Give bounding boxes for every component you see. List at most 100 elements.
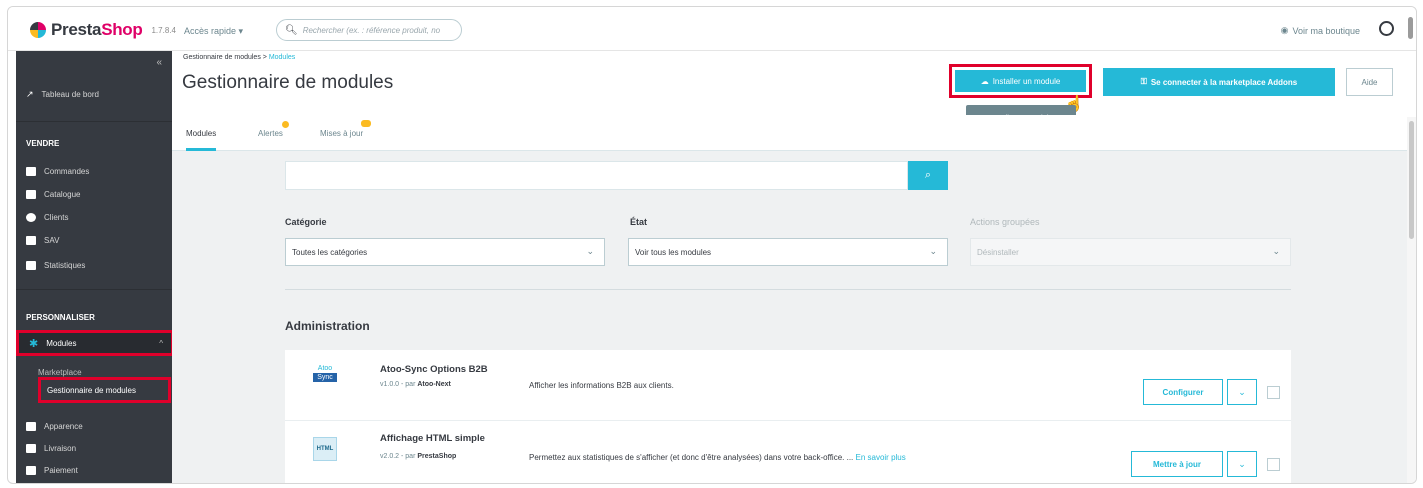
global-search-input[interactable]: 🔍︎ Rechercher (ex. : référence produit, …	[276, 19, 462, 41]
category-select[interactable]: Toutes les catégories ⌄	[285, 238, 605, 266]
sidebar-item-label: Clients	[44, 213, 69, 222]
eye-icon: ◉	[1280, 25, 1289, 35]
monitor-icon	[26, 422, 36, 431]
cart-icon	[26, 167, 36, 176]
user-account-icon[interactable]	[1379, 21, 1394, 36]
module-name: Affichage HTML simple	[380, 433, 485, 444]
install-module-button[interactable]: ☁ Installer un module	[949, 64, 1092, 98]
help-button[interactable]: Aide	[1346, 68, 1393, 96]
breadcrumb-root[interactable]: Gestionnaire de modules	[183, 54, 261, 61]
sidebar-item-modules[interactable]: ✱ Modules ^	[16, 330, 174, 356]
sidebar-item-label: Catalogue	[44, 190, 81, 199]
chart-icon	[26, 261, 36, 270]
sidebar-item-appearance[interactable]: Apparence	[26, 422, 83, 431]
tab-alerts[interactable]: Alertes	[258, 121, 289, 138]
store-icon	[26, 190, 36, 199]
logo-text-shop: Shop	[101, 20, 143, 39]
category-label: Catégorie	[285, 217, 327, 227]
sidebar-item-label: Tableau de bord	[41, 90, 99, 99]
module-search-input[interactable]	[285, 161, 908, 190]
sidebar-item-label: Commandes	[44, 167, 90, 176]
configure-button[interactable]: Configurer	[1143, 379, 1223, 405]
sidebar-item-catalog[interactable]: Catalogue	[26, 190, 80, 199]
sidebar-item-dashboard[interactable]: ↗ Tableau de bord	[26, 89, 99, 100]
top-bar: PrestaShop 1.7.8.4 Accès rapide ▾ 🔍︎ Rec…	[8, 7, 1416, 51]
connect-addons-label: Se connecter à la marketplace Addons	[1150, 77, 1298, 87]
truck-icon	[26, 444, 36, 453]
update-button[interactable]: Mettre à jour	[1131, 451, 1223, 477]
sidebar-item-sav[interactable]: SAV	[26, 236, 59, 245]
section-title-administration: Administration	[285, 319, 370, 333]
module-description: Permettez aux statistiques de s'afficher…	[529, 453, 906, 462]
chevron-down-icon: ⌄	[586, 246, 594, 256]
search-icon: ⌕	[924, 169, 932, 181]
html-block-logo: HTML	[313, 437, 337, 461]
page-title: Gestionnaire de modules	[182, 72, 394, 93]
module-actions-dropdown[interactable]: ⌄	[1227, 451, 1257, 477]
logo-text-presta: Presta	[51, 20, 102, 39]
sidebar-subitem-marketplace[interactable]: Marketplace	[38, 368, 82, 377]
sidebar-item-stats[interactable]: Statistiques	[26, 261, 85, 270]
window-scrollbar-thumb[interactable]	[1408, 17, 1413, 39]
module-checkbox[interactable]	[1267, 458, 1280, 471]
sidebar-heading-sell: VENDRE	[26, 139, 60, 148]
connect-addons-button[interactable]: ⚿ Se connecter à la marketplace Addons	[1103, 68, 1335, 96]
sidebar-subitem-module-manager[interactable]: Gestionnaire de modules	[38, 377, 171, 403]
chevron-down-icon: ⌄	[1272, 246, 1280, 256]
state-select[interactable]: Voir tous les modules ⌄	[628, 238, 948, 266]
state-label: État	[630, 217, 648, 227]
update-badge	[361, 120, 372, 127]
tab-modules[interactable]: Modules	[186, 129, 217, 151]
sidebar-item-customers[interactable]: Clients	[26, 213, 68, 222]
credit-card-icon	[26, 466, 36, 475]
row-divider	[285, 420, 1291, 421]
module-tabs: Modules Alertes Mises à jour	[172, 115, 1407, 151]
sidebar-item-shipping[interactable]: Livraison	[26, 444, 76, 453]
module-description: Afficher les informations B2B aux client…	[529, 381, 674, 390]
alert-badge	[281, 121, 289, 128]
atoo-sync-logo: Atoo Sync	[313, 364, 337, 388]
module-version: v1.0.0 - par Atoo-Next	[380, 381, 451, 388]
logo-icon	[30, 22, 46, 38]
chevron-down-icon: ⌄	[1238, 458, 1246, 469]
sidebar-item-orders[interactable]: Commandes	[26, 167, 89, 176]
read-more-link[interactable]: En savoir plus	[856, 453, 906, 462]
install-module-label: Installer un module	[992, 76, 1061, 86]
breadcrumb-current[interactable]: Modules	[269, 54, 295, 61]
scrollbar-thumb[interactable]	[1409, 121, 1414, 239]
divider	[285, 289, 1291, 290]
view-shop-label: Voir ma boutique	[1292, 25, 1360, 36]
chevron-up-icon: ^	[159, 338, 163, 348]
puzzle-icon: ✱	[29, 337, 39, 350]
quick-access-menu[interactable]: Accès rapide ▾	[184, 26, 243, 37]
tab-updates[interactable]: Mises à jour	[320, 120, 372, 138]
module-search-button[interactable]: ⌕	[908, 161, 948, 190]
version-label: 1.7.8.4	[151, 25, 176, 35]
scrollbar[interactable]	[1407, 117, 1416, 483]
chevron-down-icon: ⌄	[929, 246, 937, 256]
collapse-sidebar-icon[interactable]: «	[156, 57, 162, 68]
key-icon: ⚿	[1140, 77, 1147, 86]
sidebar-item-label: Livraison	[44, 444, 77, 453]
trending-icon: ↗	[26, 89, 34, 99]
sidebar: « ↗ Tableau de bord VENDRE Commandes Cat…	[16, 51, 172, 483]
module-actions-dropdown[interactable]: ⌄	[1227, 379, 1257, 405]
bulk-actions-label: Actions groupées	[970, 217, 1040, 227]
bulk-actions-select[interactable]: Désinstaller ⌄	[970, 238, 1291, 266]
prestashop-logo[interactable]: PrestaShop 1.7.8.4	[30, 20, 176, 40]
sidebar-item-payment[interactable]: Paiement	[26, 466, 78, 475]
sidebar-item-label: Modules	[46, 338, 77, 348]
sidebar-item-label: Apparence	[44, 422, 83, 431]
module-name: Atoo-Sync Options B2B	[380, 364, 488, 375]
module-version: v2.0.2 - par PrestaShop	[380, 453, 457, 460]
view-shop-link[interactable]: ◉ Voir ma boutique	[1281, 25, 1360, 36]
breadcrumb-separator: >	[260, 54, 269, 61]
module-checkbox[interactable]	[1267, 386, 1280, 399]
sidebar-item-label: SAV	[44, 236, 60, 245]
breadcrumb: Gestionnaire de modules > Modules	[183, 54, 295, 61]
sidebar-heading-personalize: PERSONNALISER	[26, 313, 95, 322]
user-icon	[26, 213, 36, 222]
search-placeholder: Rechercher (ex. : référence produit, no	[302, 25, 441, 35]
cloud-upload-icon: ☁	[980, 76, 989, 86]
chevron-down-icon: ⌄	[1238, 386, 1246, 397]
